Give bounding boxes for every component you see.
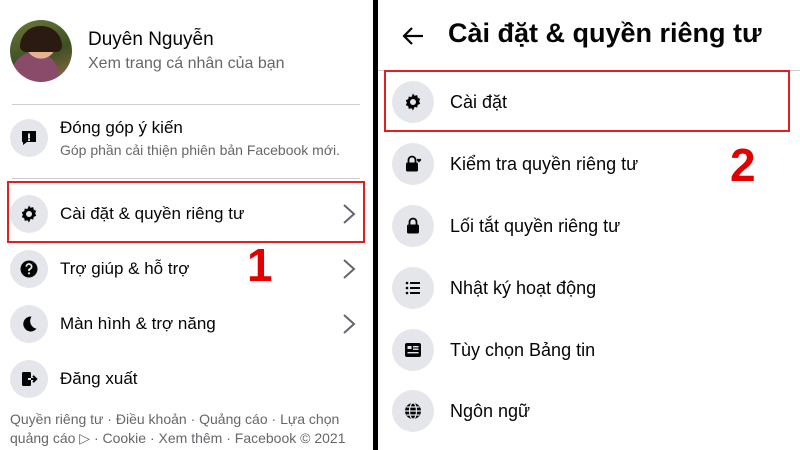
ad-choices-icon: ▷ xyxy=(75,430,91,446)
main-menu-panel: Duyên Nguyễn Xem trang cá nhân của bạn Đ… xyxy=(0,0,373,450)
menu-item-label: Trợ giúp & hỗ trợ xyxy=(60,259,190,278)
menu-item-help[interactable]: Trợ giúp & hỗ trợ xyxy=(10,249,362,289)
chevron-right-icon xyxy=(343,314,356,334)
news-feed-icon xyxy=(392,329,434,371)
divider xyxy=(12,178,360,179)
lock-icon xyxy=(392,205,434,247)
page-title: Cài đặt & quyền riêng tư xyxy=(448,18,762,48)
privacy-shortcuts-item[interactable]: Lối tắt quyền riêng tư xyxy=(392,204,792,248)
profile-row[interactable]: Duyên Nguyễn Xem trang cá nhân của bạn xyxy=(10,20,285,82)
footer-line[interactable]: · Cookie · Xem thêm · Facebook © 2021 xyxy=(90,430,346,446)
feedback-title: Đóng góp ý kiến xyxy=(60,118,183,137)
language-item[interactable]: Ngôn ngữ xyxy=(392,389,792,433)
step-number-1: 1 xyxy=(247,239,273,291)
menu-item-label: Đăng xuất xyxy=(60,369,138,388)
highlight-box xyxy=(384,70,790,132)
step-number-2: 2 xyxy=(730,139,756,191)
feedback-item[interactable]: Đóng góp ý kiến Góp phần cải thiện phiên… xyxy=(10,118,362,158)
divider xyxy=(12,104,360,105)
footer-line[interactable]: Quyền riêng tư · Điều khoản · Quảng cáo … xyxy=(10,410,362,429)
feedback-subtitle: Góp phần cải thiện phiên bản Facebook mớ… xyxy=(60,142,341,158)
logout-icon xyxy=(10,360,48,398)
feedback-icon xyxy=(10,119,48,157)
moon-icon xyxy=(10,305,48,343)
profile-name: Duyên Nguyễn xyxy=(88,29,214,50)
footer-links: Quyền riêng tư · Điều khoản · Quảng cáo … xyxy=(10,410,362,448)
settings-privacy-panel: Cài đặt & quyền riêng tư Cài đặt Kiểm tr… xyxy=(378,0,800,450)
highlight-box xyxy=(7,181,365,243)
activity-log-label: Nhật ký hoạt động xyxy=(450,277,597,298)
news-feed-preferences-label: Tùy chọn Bảng tin xyxy=(450,339,596,360)
language-label: Ngôn ngữ xyxy=(450,400,531,421)
avatar[interactable] xyxy=(10,20,72,82)
news-feed-preferences-item[interactable]: Tùy chọn Bảng tin xyxy=(392,328,792,372)
menu-item-label: Màn hình & trợ năng xyxy=(60,314,216,333)
privacy-shortcuts-label: Lối tắt quyền riêng tư xyxy=(450,215,621,236)
back-arrow-icon[interactable] xyxy=(402,26,424,46)
footer-link-ad-choices[interactable]: quảng cáo xyxy=(10,430,75,446)
menu-item-logout[interactable]: Đăng xuất xyxy=(10,359,362,399)
globe-icon xyxy=(392,390,434,432)
chevron-right-icon xyxy=(343,259,356,279)
view-profile-link[interactable]: Xem trang cá nhân của bạn xyxy=(88,55,285,73)
activity-log-item[interactable]: Nhật ký hoạt động xyxy=(392,266,792,310)
help-icon xyxy=(10,250,48,288)
menu-item-display[interactable]: Màn hình & trợ năng xyxy=(10,304,362,344)
privacy-checkup-label: Kiểm tra quyền riêng tư xyxy=(450,153,639,174)
list-icon xyxy=(392,267,434,309)
lock-heart-icon xyxy=(392,143,434,185)
